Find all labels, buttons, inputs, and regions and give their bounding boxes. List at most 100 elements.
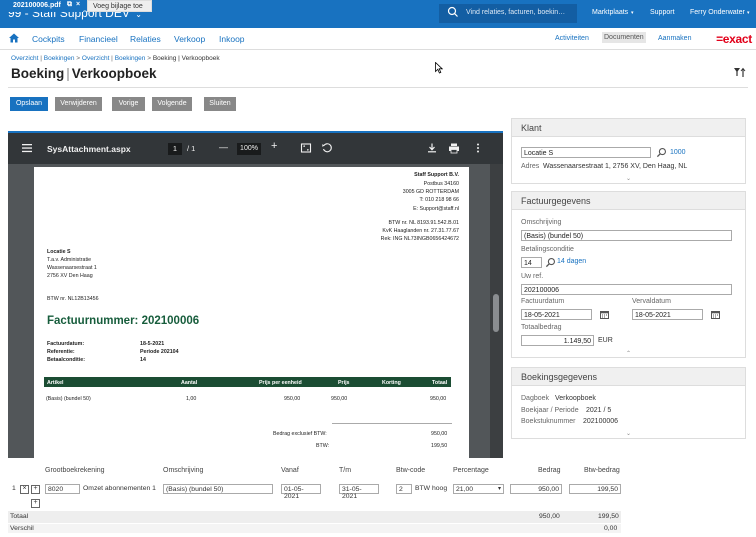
from-date-input[interactable]: 01-05-2021 <box>281 484 321 500</box>
col-header-tm: T/m <box>339 467 352 474</box>
page-number-input[interactable]: 1 <box>168 143 182 155</box>
breadcrumb-link[interactable]: Boekingen <box>115 55 146 62</box>
global-search[interactable]: Vind relaties, facturen, boekin… <box>439 4 577 23</box>
previous-button[interactable]: Vorige <box>112 97 145 111</box>
home-icon[interactable] <box>8 32 20 44</box>
total-vat-amount: 199,50 <box>598 513 619 520</box>
invoice-date-input[interactable]: 18-05-2021 <box>521 309 592 320</box>
zoom-level[interactable]: 100% <box>237 143 261 155</box>
customer-field[interactable]: Locatie S <box>521 147 651 158</box>
invoice-customer-line: Wassenaarsestraat 1 <box>47 265 97 271</box>
more-vertical-icon[interactable] <box>472 142 484 154</box>
ledger-account-name: Omzet abonnementen 1 <box>83 485 156 492</box>
delete-row-icon[interactable]: × <box>20 485 29 494</box>
total-label: Totaal <box>10 513 29 520</box>
journal-label: Dagboek <box>521 395 550 402</box>
rotate-icon[interactable] <box>321 142 333 154</box>
line-description-input[interactable]: (Basis) (bundel 50) <box>163 484 273 494</box>
filter-icon[interactable] <box>733 67 747 79</box>
zoom-out-button[interactable]: — <box>219 142 228 152</box>
invoice-cell: 950,00 <box>284 395 301 402</box>
breadcrumb-current: Boeking | Verkoopboek <box>152 55 220 62</box>
to-date-input[interactable]: 31-05-2021 <box>339 484 379 500</box>
due-date-input[interactable]: 18-05-2021 <box>632 309 703 320</box>
tab-add-attachment[interactable]: Voeg bijlage toe <box>87 0 152 12</box>
scrollbar-thumb[interactable] <box>493 294 499 332</box>
tab-label: 202100006.pdf <box>13 2 61 9</box>
nav-activiteiten[interactable]: Activiteiten <box>555 35 589 42</box>
invoice-customer-name: Locatie S <box>47 249 71 255</box>
entry-lines-grid: Grootboekrekening Omschrijving Vanaf T/m… <box>8 467 621 533</box>
invoice-cell: 950,00 <box>331 395 348 402</box>
vat-code-input[interactable]: 2 <box>396 484 412 494</box>
download-icon[interactable] <box>426 142 438 154</box>
nav-relaties[interactable]: Relaties <box>130 34 161 44</box>
nav-financieel[interactable]: Financieel <box>79 34 118 44</box>
col-header-grootboek: Grootboekrekening <box>45 467 105 474</box>
payment-condition-input[interactable]: 14 <box>521 257 542 268</box>
nav-documenten[interactable]: Documenten <box>602 32 646 43</box>
breadcrumb-link[interactable]: Overzicht <box>82 55 109 62</box>
page-title-right: Verkoopboek <box>71 66 157 81</box>
external-link-icon[interactable]: ⧉ <box>67 1 72 9</box>
user-menu[interactable]: Ferry Onderwater <box>690 9 745 16</box>
ledger-account-input[interactable]: 8020 <box>45 484 80 494</box>
page-title-left: Boeking <box>11 66 65 81</box>
close-button[interactable]: Sluiten <box>204 97 236 111</box>
customer-code-link[interactable]: 1000 <box>670 149 686 156</box>
menu-icon[interactable] <box>21 142 33 154</box>
invoice-cell: 1,00 <box>186 395 197 402</box>
pdf-scrollbar[interactable] <box>490 164 503 458</box>
description-input[interactable]: (Basis) (bundel 50) <box>521 230 732 241</box>
collapse-toggle[interactable]: ⌄ <box>626 430 631 437</box>
tab-pdf-attachment[interactable]: 202100006.pdf ⧉ × <box>8 0 83 12</box>
entry-number-label: Boekstuknummer <box>521 418 576 425</box>
search-icon[interactable] <box>656 147 667 158</box>
invoice-meta-value: 14 <box>140 357 146 363</box>
nav-verkoop[interactable]: Verkoop <box>174 34 205 44</box>
save-button[interactable]: Opslaan <box>10 97 48 111</box>
calendar-icon[interactable] <box>600 310 609 319</box>
total-amount-input[interactable]: 1.149,50 <box>521 335 594 346</box>
description-label: Omschrijving <box>521 219 562 226</box>
payment-condition-link[interactable]: 14 dagen <box>557 258 586 265</box>
breadcrumb-link[interactable]: Overzicht <box>11 55 38 62</box>
title-separator: | <box>66 66 70 81</box>
nav-inkoop[interactable]: Inkoop <box>219 34 245 44</box>
col-header-btw-code: Btw-code <box>396 467 426 474</box>
breadcrumb-link[interactable]: Boekingen <box>44 55 75 62</box>
nav-aanmaken[interactable]: Aanmaken <box>658 35 691 42</box>
collapse-toggle[interactable]: ⌄ <box>626 175 631 182</box>
payment-condition-label: Betalingsconditie <box>521 246 574 253</box>
booking-details-panel: Boekingsgegevens Dagboek Verkoopboek Boe… <box>511 367 746 439</box>
chevron-down-icon: ▾ <box>631 10 634 16</box>
invoice-number: 202100006 <box>141 315 200 327</box>
main-navigation: Cockpits Financieel Relaties Verkoop Ink… <box>0 28 756 50</box>
invoice-col-prijs-eenheid: Prijs per eenheid <box>259 379 302 386</box>
col-header-vanaf: Vanaf <box>281 467 299 474</box>
collapse-toggle[interactable]: ⌃ <box>626 350 631 357</box>
search-icon <box>447 6 458 17</box>
fit-page-icon[interactable] <box>300 142 312 154</box>
calendar-icon[interactable] <box>711 310 720 319</box>
nav-cockpits[interactable]: Cockpits <box>32 34 65 44</box>
support-link[interactable]: Support <box>650 9 675 16</box>
invoice-reg-line: BTW nr. NL 8193.91.542.B.01 <box>388 220 459 226</box>
total-amount-label: Totaalbedrag <box>521 324 562 331</box>
your-reference-input[interactable]: 202100006 <box>521 284 732 295</box>
zoom-in-button[interactable]: + <box>271 140 277 152</box>
close-icon[interactable]: × <box>76 1 80 8</box>
next-button[interactable]: Volgende <box>152 97 192 111</box>
print-icon[interactable] <box>448 142 460 154</box>
vat-amount-input[interactable]: 199,50 <box>569 484 621 494</box>
invoice-cell: (Basis) (bundel 50) <box>46 395 91 402</box>
add-line-icon[interactable]: + <box>31 499 40 508</box>
search-icon[interactable] <box>545 257 556 268</box>
address-value: Wassenaarsestraat 1, 2756 XV, Den Haag, … <box>543 163 688 170</box>
delete-button[interactable]: Verwijderen <box>55 97 102 111</box>
marktplaats-menu[interactable]: Marktplaats <box>592 9 628 16</box>
amount-input[interactable]: 950,00 <box>510 484 562 494</box>
invoice-col-artikel: Artikel <box>47 379 64 386</box>
percentage-select[interactable]: 21,00 ▾ <box>453 484 504 494</box>
add-row-icon[interactable]: + <box>31 485 40 494</box>
